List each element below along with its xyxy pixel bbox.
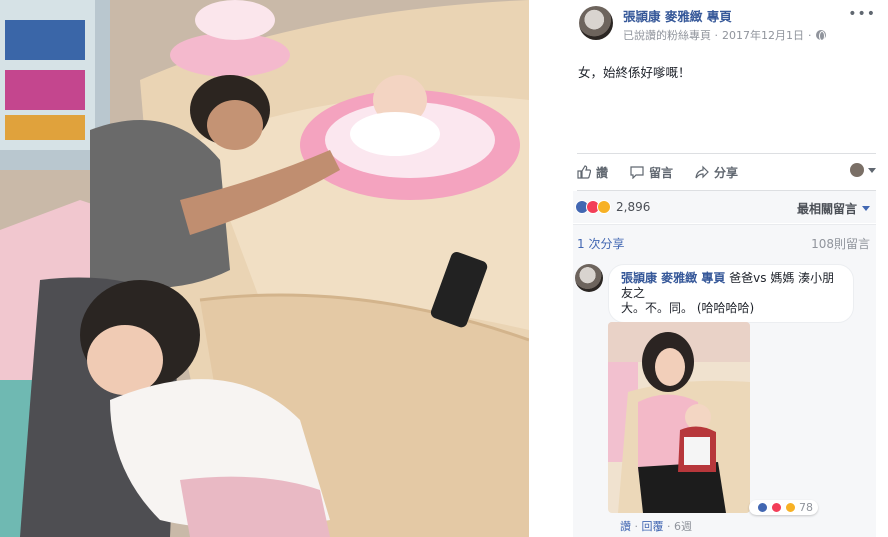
separator: · (631, 520, 642, 533)
commenter-avatar[interactable] (575, 264, 603, 292)
speech-bubble-icon (630, 166, 644, 179)
mini-avatar (850, 163, 864, 177)
sort-label: 最相關留言 (796, 202, 857, 216)
comment-time[interactable]: 6週 (674, 520, 692, 533)
comment-photo[interactable] (608, 322, 750, 513)
reaction-count[interactable]: 2,896 (616, 200, 650, 214)
comment-label: 留言 (649, 165, 674, 180)
share-count-link[interactable]: 1 次分享 (577, 235, 624, 252)
share-arrow-icon (695, 165, 709, 179)
audience-selector[interactable] (850, 163, 876, 177)
like-reaction-icon (757, 502, 768, 513)
reactions-bar: 2,896 最相關留言 (573, 191, 876, 223)
post-panel: 張頴康 麥雅緻 專頁 已說讚的粉絲專頁 · 2017年12月1日 · ••• 女… (529, 0, 888, 537)
chevron-down-icon (862, 206, 870, 211)
comment-count[interactable]: 108則留言 (811, 235, 870, 252)
haha-reaction-icon (597, 200, 611, 214)
comment-reactions[interactable]: 78 (749, 500, 818, 515)
meta-separator: · (808, 28, 812, 42)
chevron-down-icon (868, 167, 876, 173)
post-photo[interactable] (0, 0, 529, 537)
separator: · (663, 520, 674, 533)
comment-bubble: 張頴康 麥雅緻 專頁 爸爸vs 媽媽 湊小朋友之 大。不。同。 (哈哈哈哈) (608, 264, 854, 323)
like-button[interactable]: 讚 (577, 164, 608, 181)
post-text: 女，始終係好嗲嘅！ (578, 65, 691, 80)
comment-reaction-count: 78 (799, 501, 813, 514)
divider (577, 153, 876, 154)
love-reaction-icon (771, 502, 782, 513)
haha-reaction-icon (785, 502, 796, 513)
share-label: 分享 (714, 165, 739, 180)
reaction-icons[interactable] (575, 200, 611, 214)
share-comment-bar: 1 次分享 108則留言 (573, 224, 876, 256)
page-names-link[interactable]: 張頴康 麥雅緻 專頁 (623, 6, 732, 25)
meta-followed-label: 已說讚的粉絲專頁 · (623, 29, 718, 42)
page-avatar[interactable] (579, 6, 613, 40)
comment-actions: 讚 · 回覆 · 6週 (620, 518, 692, 534)
post-date[interactable]: 2017年12月1日 (722, 27, 804, 43)
post-actions: 讚 留言 分享 (577, 160, 876, 184)
comment-reply-link[interactable]: 回覆 (642, 520, 664, 533)
comment-sort-dropdown[interactable]: 最相關留言 (797, 200, 870, 217)
comment-like-link[interactable]: 讚 (620, 520, 631, 533)
comment-text-line2: 大。不。同。 (哈哈哈哈) (621, 301, 755, 315)
globe-icon (815, 30, 826, 41)
like-label: 讚 (596, 165, 609, 180)
comment-button[interactable]: 留言 (630, 164, 673, 181)
share-button[interactable]: 分享 (695, 164, 738, 181)
comment-author[interactable]: 張頴康 麥雅緻 專頁 (621, 271, 725, 285)
thumbs-up-icon (577, 165, 591, 179)
comment-section: 張頴康 麥雅緻 專頁 爸爸vs 媽媽 湊小朋友之 大。不。同。 (哈哈哈哈) 7… (573, 256, 876, 537)
more-options-icon[interactable]: ••• (848, 6, 876, 22)
post-meta: 已說讚的粉絲專頁 · 2017年12月1日 · (623, 27, 826, 43)
